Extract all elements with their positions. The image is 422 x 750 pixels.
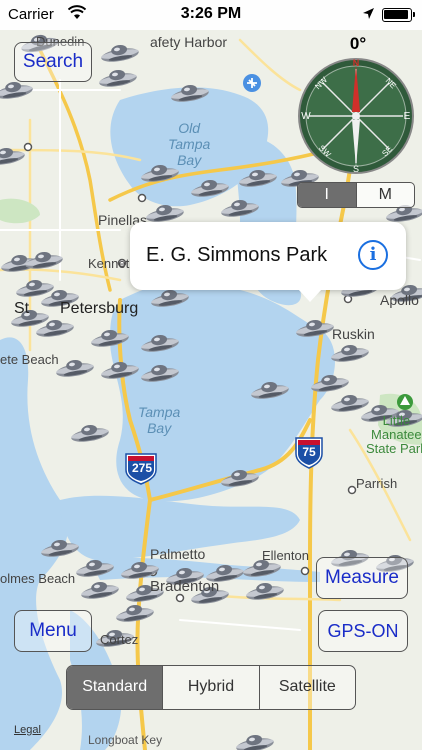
compass-w-label: W bbox=[301, 111, 311, 122]
map-label-bradenton: Bradenton bbox=[150, 578, 220, 595]
map-label-i75: 75 bbox=[302, 445, 316, 459]
map-label-apollo: Apollo bbox=[380, 292, 419, 308]
legal-link[interactable]: Legal bbox=[14, 724, 41, 736]
unit-option-imperial[interactable]: I bbox=[298, 183, 356, 207]
city-marker bbox=[23, 142, 33, 152]
city-marker bbox=[347, 485, 357, 495]
map-label-old-tampa-bay: Old Tampa Bay bbox=[168, 120, 211, 168]
city-marker bbox=[300, 566, 310, 576]
measure-button[interactable]: Measure bbox=[316, 557, 408, 599]
map-type-satellite[interactable]: Satellite bbox=[258, 666, 355, 709]
search-button[interactable]: Search bbox=[14, 42, 92, 82]
status-bar: Carrier 3:26 PM bbox=[0, 0, 422, 30]
map-label-i275: 275 bbox=[131, 461, 153, 475]
status-time: 3:26 PM bbox=[180, 5, 242, 22]
info-icon[interactable]: i bbox=[358, 240, 388, 270]
compass-e-label: E bbox=[404, 111, 411, 122]
map-label-cortez: Cortez bbox=[100, 632, 139, 647]
compass-n-label: N bbox=[353, 58, 360, 68]
map-label-ellenton: Ellenton bbox=[262, 548, 309, 563]
map-type-selector: Standard Hybrid Satellite bbox=[66, 665, 356, 710]
map-type-standard[interactable]: Standard bbox=[67, 666, 163, 709]
unit-toggle: I M bbox=[297, 182, 415, 208]
map-label-palmetto: Palmetto bbox=[150, 546, 206, 562]
map-label-ruskin: Ruskin bbox=[332, 326, 375, 342]
city-marker bbox=[137, 193, 147, 203]
location-arrow-icon bbox=[363, 8, 374, 19]
app-screen: Dunedin afety Harbor Old Tampa Bay Pinel… bbox=[0, 0, 422, 750]
map-label-longboat-key: Longboat Key bbox=[88, 733, 163, 747]
gps-toggle-button[interactable]: GPS-ON bbox=[318, 610, 408, 652]
battery-icon bbox=[382, 8, 415, 22]
compass-heading-readout: 0° bbox=[349, 34, 367, 53]
map-label-pete-beach: ete Beach bbox=[0, 352, 59, 367]
unit-option-metric[interactable]: M bbox=[355, 183, 415, 207]
compass-s-label: S bbox=[353, 164, 359, 174]
compass-rose-icon[interactable]: N E W S NE NW SE SW bbox=[297, 57, 415, 175]
map-label-holmes-beach: olmes Beach bbox=[0, 571, 76, 586]
map-label-petersburg: Petersburg bbox=[60, 300, 139, 317]
map-label-parrish: Parrish bbox=[356, 476, 398, 491]
callout-title: E. G. Simmons Park bbox=[146, 244, 328, 266]
map-label-safety-harbor: afety Harbor bbox=[150, 34, 228, 50]
city-marker bbox=[175, 593, 185, 603]
map-label-tampa-bay: Tampa Bay bbox=[138, 404, 181, 436]
map-label-st: St bbox=[14, 300, 30, 317]
map-label-little-manatee: Little Manatee State Park bbox=[366, 413, 422, 456]
menu-button[interactable]: Menu bbox=[14, 610, 92, 652]
map-type-hybrid[interactable]: Hybrid bbox=[162, 666, 258, 709]
